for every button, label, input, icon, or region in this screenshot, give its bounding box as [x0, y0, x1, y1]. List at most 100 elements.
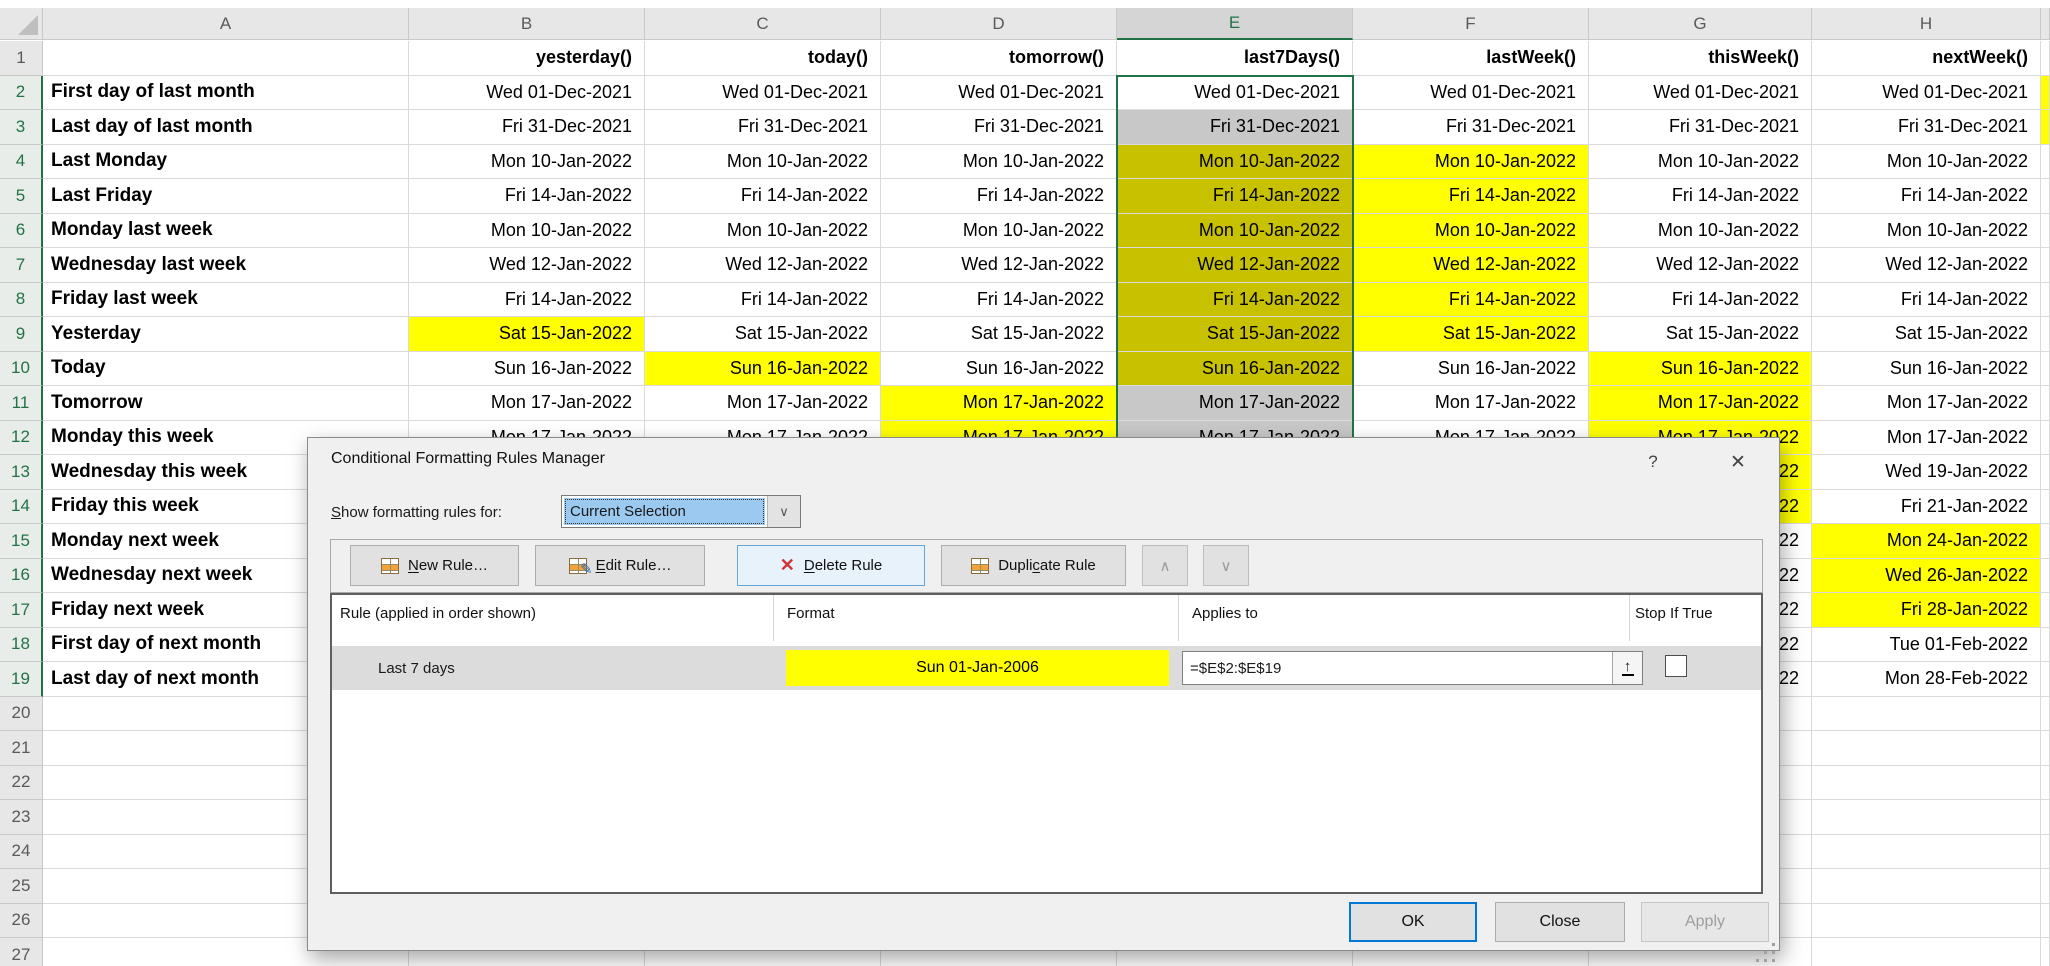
cell-I25[interactable] [2041, 869, 2050, 904]
cell-B4[interactable]: Mon 10-Jan-2022 [409, 145, 645, 180]
cell-G11[interactable]: Mon 17-Jan-2022 [1589, 386, 1812, 421]
cell-A6[interactable]: Monday last week [43, 214, 409, 249]
cell-I19[interactable] [2041, 662, 2050, 697]
cell-I2[interactable] [2041, 76, 2050, 111]
cell-H22[interactable] [1812, 766, 2041, 801]
cell-A3[interactable]: Last day of last month [43, 110, 409, 145]
applies-to-value[interactable]: =$E$2:$E$19 [1183, 660, 1612, 677]
cell-B6[interactable]: Mon 10-Jan-2022 [409, 214, 645, 249]
ok-button[interactable]: OK [1349, 902, 1477, 942]
cell-H7[interactable]: Wed 12-Jan-2022 [1812, 248, 2041, 283]
row-header-22[interactable]: 22 [0, 766, 43, 801]
show-rules-dropdown[interactable]: Current Selection ∨ [561, 495, 801, 528]
cell-F7[interactable]: Wed 12-Jan-2022 [1353, 248, 1589, 283]
cell-B1[interactable]: yesterday() [409, 41, 645, 76]
cell-H27[interactable] [1812, 938, 2041, 966]
row-header-18[interactable]: 18 [0, 628, 43, 663]
cell-H13[interactable]: Wed 19-Jan-2022 [1812, 455, 2041, 490]
cell-I14[interactable] [2041, 490, 2050, 525]
cell-H26[interactable] [1812, 904, 2041, 939]
cell-E10[interactable]: Sun 16-Jan-2022 [1117, 352, 1353, 387]
col-header-C[interactable]: C [645, 8, 881, 40]
cell-B5[interactable]: Fri 14-Jan-2022 [409, 179, 645, 214]
row-header-24[interactable]: 24 [0, 835, 43, 870]
cell-E3[interactable]: Fri 31-Dec-2021 [1117, 110, 1353, 145]
cell-I13[interactable] [2041, 455, 2050, 490]
row-header-7[interactable]: 7 [0, 248, 43, 283]
select-all-corner[interactable] [0, 8, 43, 40]
cell-G4[interactable]: Mon 10-Jan-2022 [1589, 145, 1812, 180]
cell-F8[interactable]: Fri 14-Jan-2022 [1353, 283, 1589, 318]
cell-I23[interactable] [2041, 800, 2050, 835]
cell-G9[interactable]: Sat 15-Jan-2022 [1589, 317, 1812, 352]
col-header-G[interactable]: G [1589, 8, 1812, 40]
row-header-27[interactable]: 27 [0, 938, 43, 966]
cell-H17[interactable]: Fri 28-Jan-2022 [1812, 593, 2041, 628]
cell-E2[interactable]: Wed 01-Dec-2021 [1117, 76, 1353, 111]
cell-I1[interactable] [2041, 41, 2050, 76]
apply-button[interactable]: Apply [1641, 902, 1769, 942]
cell-B7[interactable]: Wed 12-Jan-2022 [409, 248, 645, 283]
row-header-4[interactable]: 4 [0, 145, 43, 180]
stop-if-true-checkbox[interactable] [1665, 655, 1687, 677]
cell-F3[interactable]: Fri 31-Dec-2021 [1353, 110, 1589, 145]
cell-H14[interactable]: Fri 21-Jan-2022 [1812, 490, 2041, 525]
cell-H16[interactable]: Wed 26-Jan-2022 [1812, 559, 2041, 594]
cell-H4[interactable]: Mon 10-Jan-2022 [1812, 145, 2041, 180]
help-icon[interactable]: ? [1633, 446, 1673, 478]
cell-E5[interactable]: Fri 14-Jan-2022 [1117, 179, 1353, 214]
row-header-5[interactable]: 5 [0, 179, 43, 214]
cell-C4[interactable]: Mon 10-Jan-2022 [645, 145, 881, 180]
cell-G8[interactable]: Fri 14-Jan-2022 [1589, 283, 1812, 318]
row-header-17[interactable]: 17 [0, 593, 43, 628]
cell-I5[interactable] [2041, 179, 2050, 214]
cell-F1[interactable]: lastWeek() [1353, 41, 1589, 76]
cell-F11[interactable]: Mon 17-Jan-2022 [1353, 386, 1589, 421]
cell-G5[interactable]: Fri 14-Jan-2022 [1589, 179, 1812, 214]
move-rule-up-button[interactable]: ∧ [1142, 545, 1188, 586]
cell-I3[interactable] [2041, 110, 2050, 145]
cell-H18[interactable]: Tue 01-Feb-2022 [1812, 628, 2041, 663]
close-button[interactable]: Close [1495, 902, 1625, 942]
col-header-D[interactable]: D [881, 8, 1117, 40]
row-header-16[interactable]: 16 [0, 559, 43, 594]
cell-D6[interactable]: Mon 10-Jan-2022 [881, 214, 1117, 249]
row-header-23[interactable]: 23 [0, 800, 43, 835]
cell-E7[interactable]: Wed 12-Jan-2022 [1117, 248, 1353, 283]
cell-H11[interactable]: Mon 17-Jan-2022 [1812, 386, 2041, 421]
cell-A7[interactable]: Wednesday last week [43, 248, 409, 283]
cell-F4[interactable]: Mon 10-Jan-2022 [1353, 145, 1589, 180]
col-header-H[interactable]: H [1812, 8, 2041, 40]
delete-rule-button[interactable]: ✕ Delete Rule [737, 545, 925, 586]
col-header-E[interactable]: E [1117, 8, 1353, 40]
cell-I21[interactable] [2041, 731, 2050, 766]
move-rule-down-button[interactable]: ∨ [1203, 545, 1249, 586]
row-header-20[interactable]: 20 [0, 697, 43, 732]
cell-D7[interactable]: Wed 12-Jan-2022 [881, 248, 1117, 283]
cell-H25[interactable] [1812, 869, 2041, 904]
cell-G10[interactable]: Sun 16-Jan-2022 [1589, 352, 1812, 387]
cell-E8[interactable]: Fri 14-Jan-2022 [1117, 283, 1353, 318]
cell-A5[interactable]: Last Friday [43, 179, 409, 214]
row-header-13[interactable]: 13 [0, 455, 43, 490]
cell-B11[interactable]: Mon 17-Jan-2022 [409, 386, 645, 421]
cell-B10[interactable]: Sun 16-Jan-2022 [409, 352, 645, 387]
cell-H8[interactable]: Fri 14-Jan-2022 [1812, 283, 2041, 318]
cell-F10[interactable]: Sun 16-Jan-2022 [1353, 352, 1589, 387]
cell-H20[interactable] [1812, 697, 2041, 732]
cell-I7[interactable] [2041, 248, 2050, 283]
cell-D8[interactable]: Fri 14-Jan-2022 [881, 283, 1117, 318]
edit-rule-button[interactable]: ✎ Edit Rule… [535, 545, 705, 586]
cell-D2[interactable]: Wed 01-Dec-2021 [881, 76, 1117, 111]
cell-B9[interactable]: Sat 15-Jan-2022 [409, 317, 645, 352]
cell-A11[interactable]: Tomorrow [43, 386, 409, 421]
cell-B8[interactable]: Fri 14-Jan-2022 [409, 283, 645, 318]
cell-I12[interactable] [2041, 421, 2050, 456]
row-header-14[interactable]: 14 [0, 490, 43, 525]
cell-H6[interactable]: Mon 10-Jan-2022 [1812, 214, 2041, 249]
applies-to-field[interactable]: =$E$2:$E$19 ↑ [1182, 651, 1643, 685]
cell-A10[interactable]: Today [43, 352, 409, 387]
row-header-10[interactable]: 10 [0, 352, 43, 387]
row-header-1[interactable]: 1 [0, 41, 43, 76]
col-header-B[interactable]: B [409, 8, 645, 40]
